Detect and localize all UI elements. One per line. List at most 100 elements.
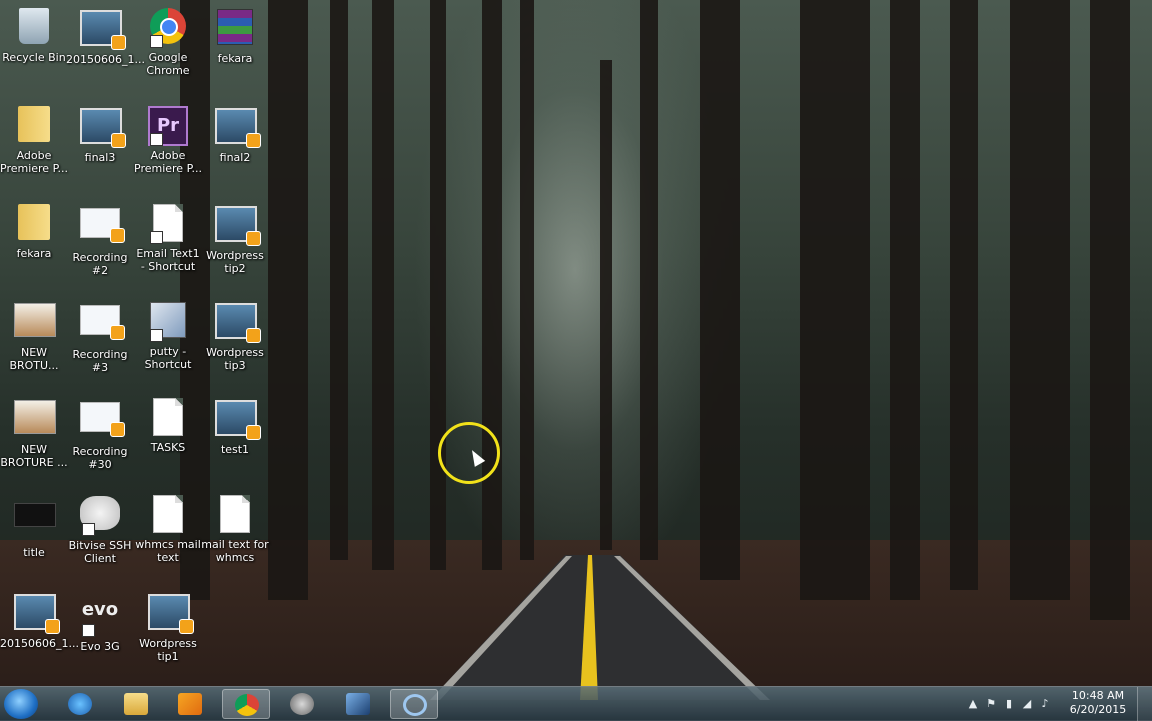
- desktop-icon[interactable]: Pr Adobe Premiere P...: [134, 104, 202, 175]
- desktop-icon[interactable]: Recycle Bin: [0, 6, 68, 64]
- desktop-icon-label: Wordpress tip3: [206, 346, 264, 372]
- desktop-icon[interactable]: whmcs mail text: [134, 493, 202, 564]
- desktop-icon[interactable]: TASKS: [134, 396, 202, 454]
- start-button[interactable]: [4, 689, 38, 719]
- shortcut-arrow-icon: [82, 624, 95, 637]
- desktop-icon[interactable]: Email Text1 - Shortcut: [134, 202, 202, 273]
- icon-graphic: [217, 9, 253, 45]
- desktop-icon-label: Adobe Premiere P...: [134, 149, 202, 175]
- desktop-icon-label: Email Text1 - Shortcut: [136, 247, 200, 273]
- desktop-icon[interactable]: Bitvise SSH Client: [66, 493, 134, 565]
- desktop-icon[interactable]: Wordpress tip1: [134, 590, 202, 663]
- shortcut-arrow-icon: [150, 35, 163, 48]
- desktop-icon[interactable]: 20150606_1...: [66, 6, 145, 66]
- desktop-icon[interactable]: Recording #30: [66, 396, 134, 471]
- desktop-icon[interactable]: Adobe Premiere P...: [0, 104, 68, 175]
- internet-explorer-icon: [68, 693, 92, 715]
- signal-icon[interactable]: ◢: [1020, 697, 1034, 710]
- icon-graphic: [19, 8, 49, 44]
- desktop-icon-label: test1: [220, 443, 250, 456]
- desktop-icon-label: putty - Shortcut: [144, 345, 192, 371]
- rar-archive-icon: [215, 9, 255, 49]
- desktop-icon-label: final2: [219, 151, 251, 164]
- image-file-icon: [14, 303, 56, 343]
- shortcut-arrow-icon: [150, 329, 163, 342]
- icon-graphic: [215, 400, 261, 440]
- desktop-icon-label: mail text for whmcs: [201, 538, 269, 564]
- desktop-icon[interactable]: NEW BROTURE ...: [0, 396, 68, 469]
- recycle-bin-icon: [14, 8, 54, 48]
- desktop-icon[interactable]: final2: [201, 104, 269, 164]
- desktop-icon[interactable]: test1: [201, 396, 269, 456]
- desktop-icon[interactable]: mail text for whmcs: [201, 493, 269, 564]
- system-clock[interactable]: 10:48 AM 6/20/2015: [1066, 689, 1130, 717]
- icon-graphic: [153, 398, 183, 436]
- evo-icon: evo: [80, 597, 120, 637]
- desktop-icon-label: final3: [84, 151, 116, 164]
- desktop-icon-label: fekara: [16, 247, 52, 260]
- video-file-icon: [215, 206, 261, 246]
- icon-graphic: [80, 402, 125, 437]
- taskbar-media-player[interactable]: [166, 689, 214, 719]
- premiere-icon: Pr: [148, 106, 188, 146]
- desktop-icon[interactable]: putty - Shortcut: [134, 299, 202, 371]
- video-file-icon: [80, 108, 126, 148]
- icon-graphic: [148, 594, 194, 634]
- windows-explorer-icon: [124, 693, 148, 715]
- desktop-icon-label: NEW BROTURE ...: [0, 443, 68, 469]
- desktop-icon[interactable]: NEW BROTU...: [0, 299, 68, 372]
- icon-graphic: [215, 108, 261, 148]
- desktop-icon-label: whmcs mail text: [135, 538, 201, 564]
- desktop-icon[interactable]: title: [0, 493, 68, 559]
- desktop-icon[interactable]: Google Chrome: [134, 6, 202, 77]
- show-desktop-button[interactable]: [1137, 687, 1152, 721]
- recording-icon: [80, 305, 125, 345]
- volume-icon[interactable]: ♪: [1038, 697, 1052, 710]
- desktop-icon-label: Recycle Bin: [2, 51, 66, 64]
- webcam-icon: [290, 693, 314, 715]
- desktop-icon[interactable]: final3: [66, 104, 134, 164]
- desktop-icon-label: Adobe Premiere P...: [0, 149, 68, 175]
- text-document-icon: [148, 398, 188, 438]
- text-document-icon: [148, 204, 188, 244]
- icon-graphic: [18, 106, 50, 142]
- desktop-icon[interactable]: Wordpress tip3: [201, 299, 269, 372]
- icon-graphic: [14, 594, 60, 634]
- taskbar-google-chrome[interactable]: [222, 689, 270, 719]
- desktop-icon[interactable]: fekara: [0, 202, 68, 260]
- taskbar-webcam[interactable]: [278, 689, 326, 719]
- video-file-icon: [14, 594, 60, 634]
- power-icon[interactable]: ▮: [1002, 697, 1016, 710]
- taskbar-windows-explorer[interactable]: [112, 689, 160, 719]
- chrome-icon: [148, 8, 188, 48]
- icon-graphic: [80, 108, 126, 148]
- desktop-icon-label: Evo 3G: [80, 640, 120, 653]
- desktop-icon-label: Recording #3: [72, 348, 128, 374]
- icon-graphic: [18, 204, 50, 240]
- desktop-icon[interactable]: fekara: [201, 6, 269, 65]
- text-document-icon: [215, 495, 255, 535]
- desktop-icon[interactable]: Recording #3: [66, 299, 134, 374]
- desktop-icon[interactable]: evo Evo 3G: [66, 590, 134, 653]
- video-file-icon: [148, 594, 194, 634]
- shortcut-arrow-icon: [82, 523, 95, 536]
- taskbar-circle-app[interactable]: [390, 689, 438, 719]
- flag-icon[interactable]: ⚑: [984, 697, 998, 710]
- icon-graphic: [153, 495, 183, 533]
- show-hidden-icons-icon[interactable]: ▲: [966, 697, 980, 710]
- taskbar: ▲ ⚑ ▮ ◢ ♪ 10:48 AM 6/20/2015: [0, 686, 1152, 721]
- icon-graphic: [14, 400, 56, 434]
- shortcut-arrow-icon: [150, 231, 163, 244]
- icon-graphic: [80, 208, 125, 243]
- desktop-icon-label: Google Chrome: [146, 51, 190, 77]
- icon-graphic: [220, 495, 250, 533]
- desktop-icon[interactable]: Recording #2: [66, 202, 134, 277]
- desktop-icon[interactable]: 20150606_1...: [0, 590, 79, 650]
- icon-graphic: [215, 206, 261, 246]
- taskbar-media-app[interactable]: [334, 689, 382, 719]
- icon-graphic: [14, 503, 56, 527]
- video-file-icon: [215, 303, 261, 343]
- desktop-icon[interactable]: Wordpress tip2: [201, 202, 269, 275]
- icon-graphic: [14, 303, 56, 337]
- taskbar-internet-explorer[interactable]: [56, 689, 104, 719]
